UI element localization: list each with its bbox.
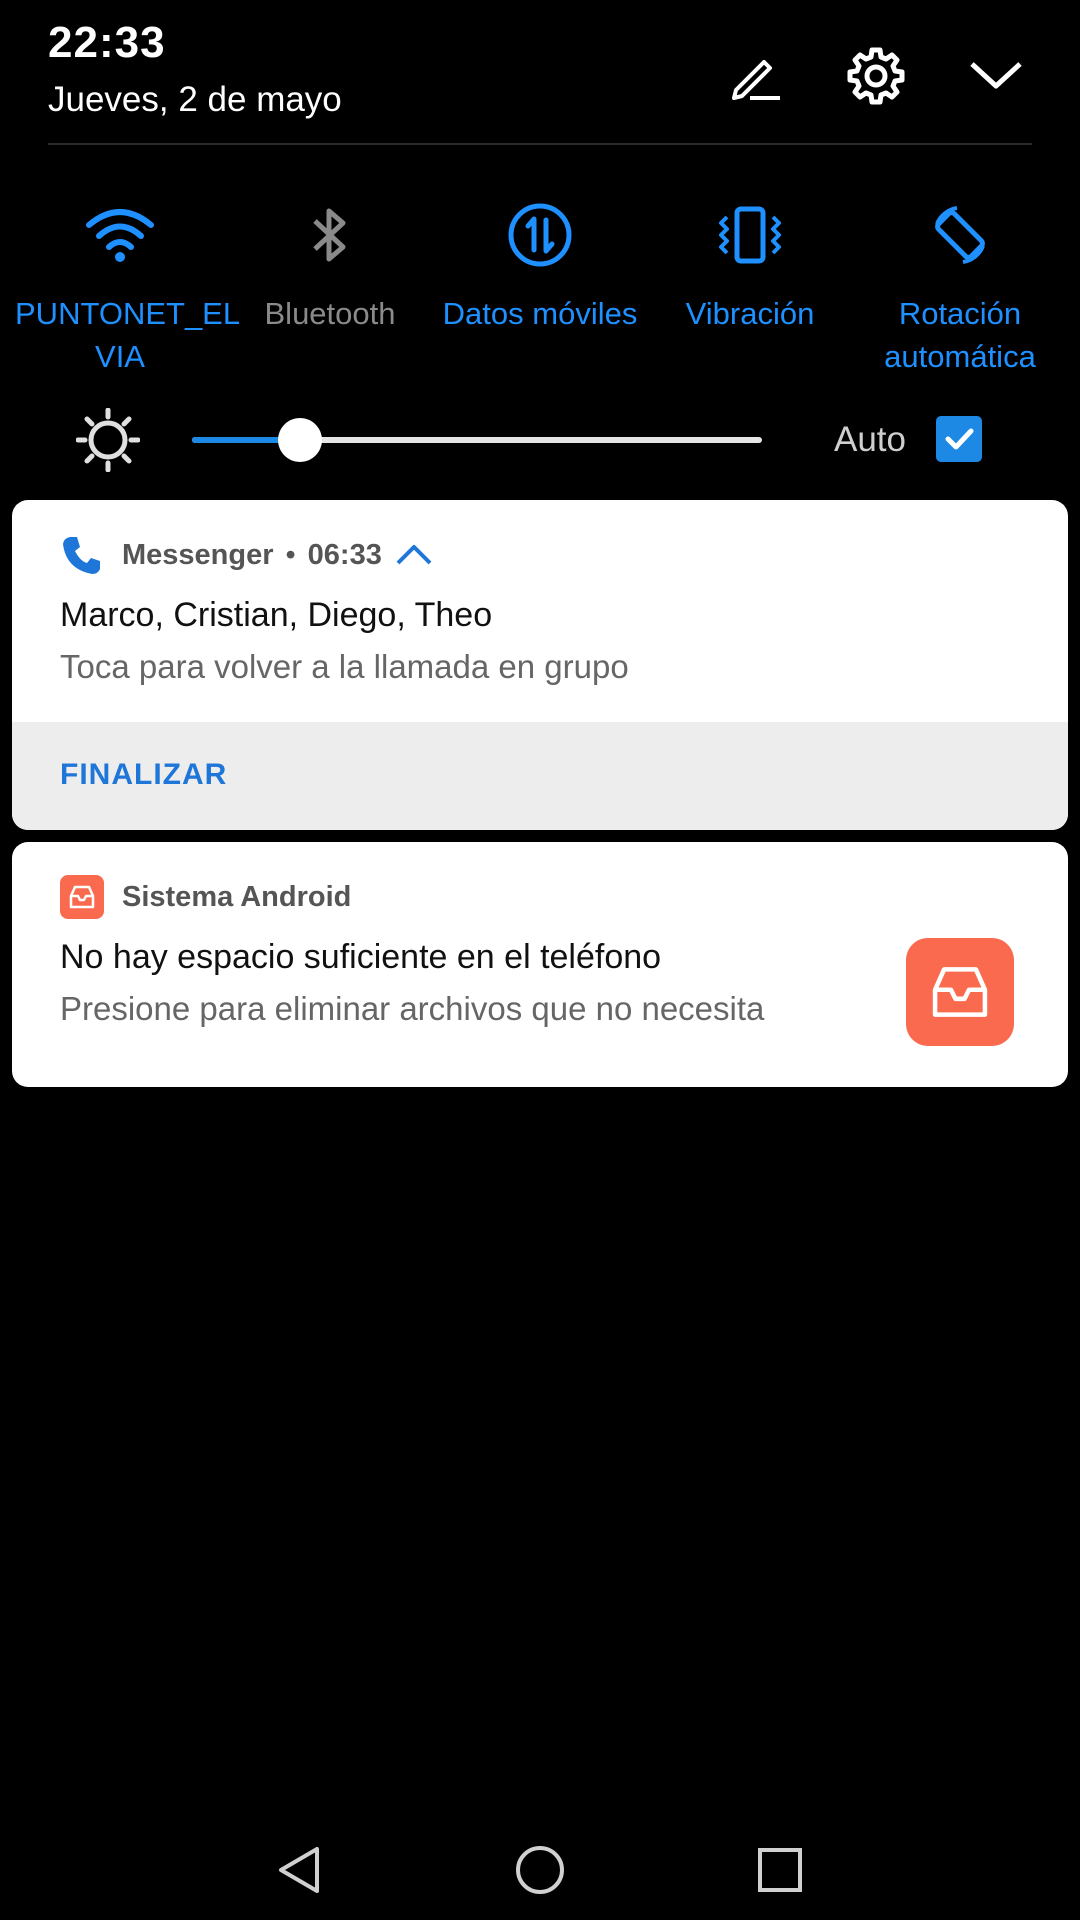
storage-icon-small	[60, 875, 104, 919]
header-divider	[48, 143, 1032, 145]
settings-button[interactable]	[844, 44, 908, 108]
separator: •	[285, 538, 296, 571]
clock: 22:33	[48, 18, 166, 67]
app-name: Messenger	[122, 538, 274, 571]
collapse-button[interactable]	[964, 44, 1028, 108]
chevron-down-icon	[970, 62, 1022, 89]
tile-bluetooth-label: Bluetooth	[264, 296, 396, 331]
storage-icon	[69, 885, 95, 909]
notification-shade-header: 22:33 Jueves, 2 de mayo	[0, 0, 1080, 146]
tile-wifi-label: PUNTONET_EL VIA	[15, 296, 241, 374]
tile-wifi[interactable]: PUNTONET_EL VIA	[15, 190, 241, 380]
app-name: Sistema Android	[122, 880, 352, 913]
phone-icon	[63, 537, 100, 574]
quick-settings: PUNTONET_EL VIA Bluetooth Datos móviles	[0, 190, 1080, 380]
tile-mobile-data-label: Datos móviles	[442, 296, 638, 331]
brightness-slider[interactable]	[192, 418, 762, 462]
auto-brightness-checkbox[interactable]	[936, 416, 982, 462]
notification-text: Presione para eliminar archivos que no n…	[60, 990, 765, 1027]
notification-header: Sistema Android	[60, 872, 351, 922]
notification-title: Marco, Cristian, Diego, Theo	[60, 596, 493, 634]
tile-vibration[interactable]: Vibración	[645, 190, 855, 380]
back-icon	[279, 1847, 319, 1893]
notification-messenger[interactable]: Messenger • 06:33 Marco, Cristian, Diego…	[12, 500, 1068, 830]
bluetooth-icon	[313, 208, 346, 262]
notification-android-system[interactable]: Sistema Android No hay espacio suficient…	[12, 842, 1068, 1087]
notification-title: No hay espacio suficiente en el teléfono	[60, 938, 662, 976]
mobile-data-icon	[508, 203, 572, 267]
home-button[interactable]	[508, 1838, 572, 1902]
edit-button[interactable]	[722, 44, 786, 108]
chevron-up-icon	[396, 545, 432, 565]
recents-button[interactable]	[748, 1838, 812, 1902]
tile-auto-rotate[interactable]: Rotación automática	[855, 190, 1065, 380]
vibration-icon	[719, 206, 781, 264]
tile-bluetooth[interactable]: Bluetooth	[225, 190, 435, 380]
notification-actions: FINALIZAR	[12, 722, 1068, 830]
auto-brightness-label: Auto	[834, 420, 906, 459]
brightness-slider-thumb[interactable]	[278, 418, 323, 462]
brightness-icon	[76, 408, 140, 472]
tile-vibration-label: Vibración	[685, 296, 815, 331]
home-icon	[516, 1846, 564, 1894]
auto-rotate-icon	[935, 206, 985, 264]
notification-header: Messenger • 06:33	[60, 530, 434, 580]
tile-auto-rotate-label: Rotación automática	[884, 296, 1036, 374]
edit-icon	[732, 60, 780, 100]
notification-time: 06:33	[307, 538, 382, 571]
storage-icon	[932, 967, 988, 1017]
storage-large-icon	[906, 938, 1014, 1046]
brightness-row: Auto	[0, 400, 1080, 480]
tile-mobile-data[interactable]: Datos móviles	[435, 190, 645, 380]
end-call-button[interactable]: FINALIZAR	[60, 758, 227, 792]
date: Jueves, 2 de mayo	[48, 80, 342, 119]
checkmark-icon	[945, 428, 974, 450]
notification-text: Toca para volver a la llamada en grupo	[60, 648, 629, 685]
wifi-icon	[86, 209, 154, 262]
back-button[interactable]	[268, 1838, 332, 1902]
recents-icon	[758, 1848, 802, 1892]
expand-toggle[interactable]	[394, 541, 434, 569]
gear-icon	[847, 47, 905, 105]
navigation-bar	[0, 1820, 1080, 1920]
